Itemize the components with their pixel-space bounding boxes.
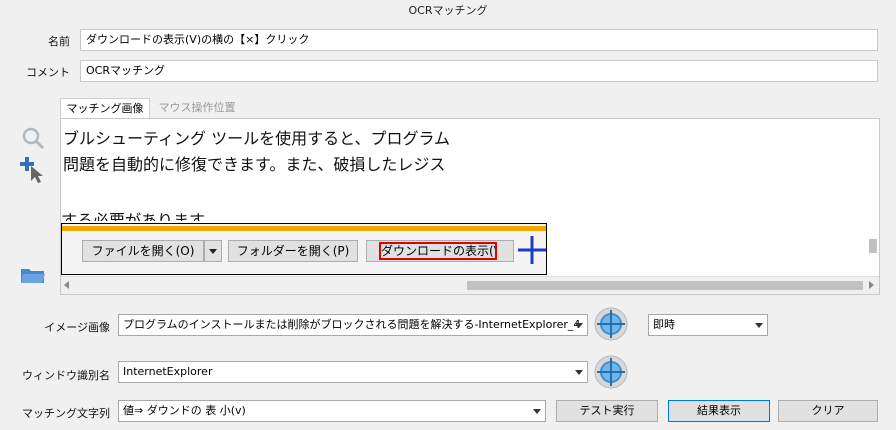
name-input[interactable]: ダウンロードの表示(V)の横の【×】クリック: [80, 29, 878, 51]
image-label: イメージ画像: [44, 321, 110, 334]
target-picker-icon[interactable]: [593, 306, 629, 342]
name-label: 名前: [48, 35, 70, 48]
ocr-match-highlight: ダウンロードの表示(V): [379, 242, 497, 260]
crosshair-cursor-icon: [516, 234, 548, 266]
scroll-left-icon[interactable]: [64, 281, 69, 289]
preview-line-2: 問題を自動的に修復できます。また、破損したレジス: [63, 155, 446, 174]
test-run-button[interactable]: テスト実行: [556, 400, 658, 422]
chevron-down-icon: [533, 409, 541, 414]
folder-icon[interactable]: [20, 265, 46, 285]
preview-line-3: する必要があります: [61, 211, 206, 221]
window-title: OCRマッチング: [408, 4, 488, 17]
match-string-label: マッチング文字列: [22, 407, 110, 420]
open-file-button: ファイルを開く(O): [82, 240, 204, 262]
chevron-down-icon: [575, 323, 583, 328]
match-string-select[interactable]: 値⇒ ダウンドの 表 小(v): [118, 400, 546, 422]
image-select-value: プログラムのインストールまたは削除がブロックされる問題を解決する-Interne…: [123, 318, 581, 331]
horizontal-scrollbar-thumb[interactable]: [467, 281, 863, 290]
ie-notification-bar: [62, 226, 546, 231]
window-target-picker-icon[interactable]: [593, 354, 629, 390]
image-select[interactable]: プログラムのインストールまたは削除がブロックされる問題を解決する-Interne…: [118, 314, 588, 336]
open-folder-button: フォルダーを開く(P): [228, 240, 358, 262]
open-file-dropdown: [204, 240, 222, 262]
vertical-scrollbar-thumb[interactable]: [869, 239, 877, 253]
chevron-down-icon: [755, 323, 763, 328]
scroll-right-icon[interactable]: [869, 281, 874, 289]
preview-panel: ブルシューティング ツールを使用すると、プログラム 問題を自動的に修復できます。…: [60, 118, 880, 295]
tab-matching-image[interactable]: マッチング画像: [60, 98, 150, 118]
comment-input[interactable]: OCRマッチング: [80, 60, 878, 82]
window-name-select[interactable]: InternetExplorer: [118, 361, 588, 383]
preview-line-3-clip: する必要があります: [61, 207, 261, 221]
pick-position-icon[interactable]: [20, 155, 46, 183]
preview-line-1: ブルシューティング ツールを使用すると、プログラム: [63, 129, 451, 148]
captured-snapshot: ファイルを開く(O) フォルダーを開く(P) ダウンロードの表示(V): [61, 223, 547, 275]
comment-label: コメント: [26, 66, 70, 79]
match-string-value: 値⇒ ダウンドの 表 小(v): [123, 404, 246, 417]
chevron-down-icon: [575, 370, 583, 375]
zoom-icon[interactable]: [20, 125, 46, 151]
window-name-label: ウィンドウ識別名: [22, 369, 110, 382]
show-downloads-button: ダウンロードの表示(V): [366, 240, 514, 262]
chevron-down-icon: [209, 249, 217, 254]
show-result-button[interactable]: 結果表示: [668, 400, 770, 422]
horizontal-scrollbar[interactable]: [61, 276, 879, 294]
tab-mouse-position[interactable]: マウス操作位置: [152, 98, 242, 118]
timing-select[interactable]: 即時: [648, 314, 768, 336]
timing-select-value: 即時: [653, 318, 675, 331]
window-name-value: InternetExplorer: [123, 365, 213, 378]
clear-button[interactable]: クリア: [778, 400, 878, 422]
